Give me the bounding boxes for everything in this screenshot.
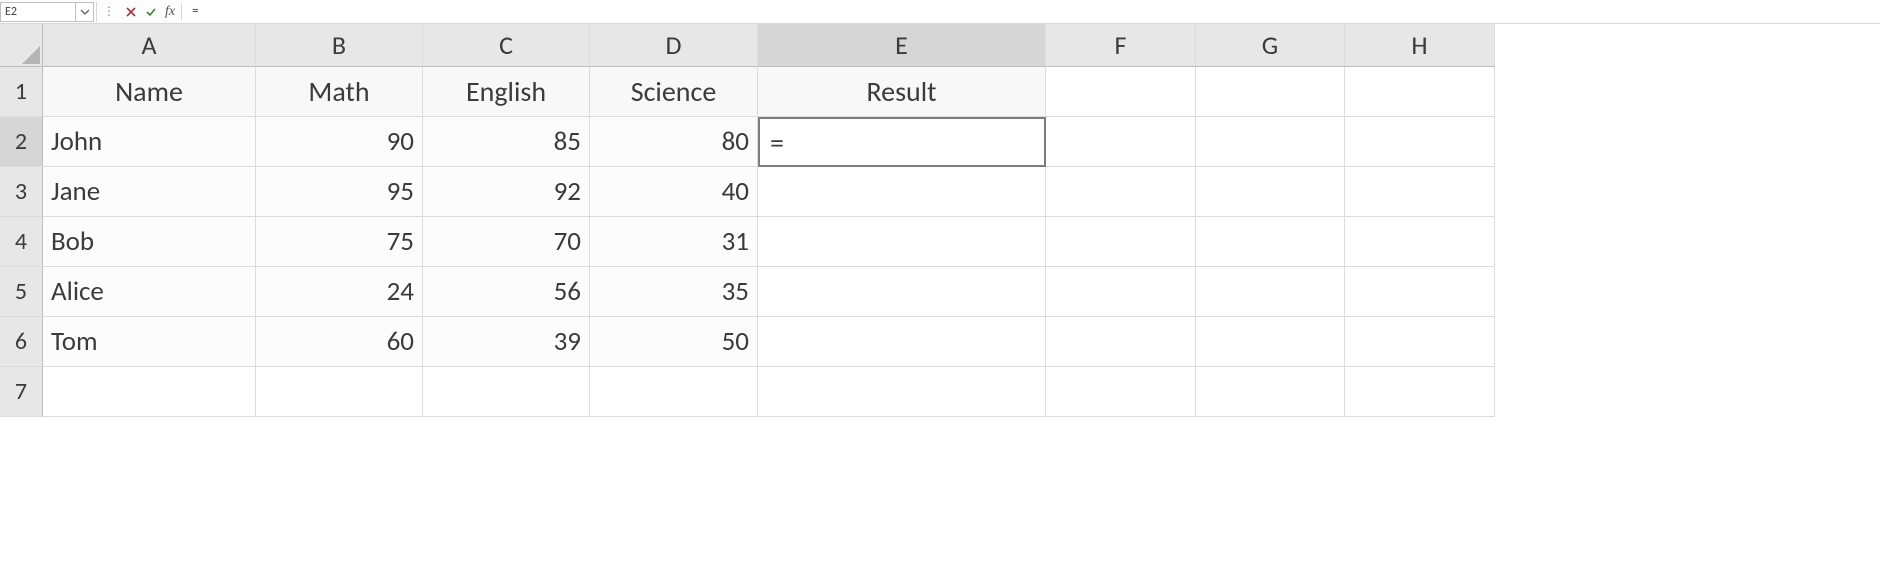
- name-box-wrap: [0, 2, 97, 22]
- cell-F5[interactable]: [1046, 267, 1196, 317]
- cell-A5[interactable]: Alice: [43, 267, 256, 317]
- cell-B1[interactable]: Math: [256, 67, 423, 117]
- formula-bar-separator: ⋮: [97, 4, 121, 19]
- col-header-F[interactable]: F: [1046, 24, 1196, 67]
- spreadsheet-grid[interactable]: A B C D E F G H 1 Name Math English Scie…: [0, 24, 1880, 417]
- row-header-5[interactable]: 5: [0, 267, 43, 317]
- cell-H6[interactable]: [1345, 317, 1495, 367]
- cell-G3[interactable]: [1196, 167, 1345, 217]
- cell-C7[interactable]: [423, 367, 590, 417]
- cell-D2[interactable]: 80: [590, 117, 758, 167]
- cell-E2[interactable]: [758, 117, 1046, 167]
- col-header-C[interactable]: C: [423, 24, 590, 67]
- cell-F7[interactable]: [1046, 367, 1196, 417]
- cell-B6[interactable]: 60: [256, 317, 423, 367]
- col-header-E[interactable]: E: [758, 24, 1046, 67]
- cell-C4[interactable]: 70: [423, 217, 590, 267]
- cell-G5[interactable]: [1196, 267, 1345, 317]
- cell-B2[interactable]: 90: [256, 117, 423, 167]
- row-header-3[interactable]: 3: [0, 167, 43, 217]
- cell-F6[interactable]: [1046, 317, 1196, 367]
- x-icon: [125, 6, 137, 18]
- col-header-A[interactable]: A: [43, 24, 256, 67]
- col-header-H[interactable]: H: [1345, 24, 1495, 67]
- select-all-corner[interactable]: [0, 24, 43, 67]
- cell-F1[interactable]: [1046, 67, 1196, 117]
- cell-H1[interactable]: [1345, 67, 1495, 117]
- name-box-dropdown[interactable]: [76, 2, 94, 22]
- row-header-4[interactable]: 4: [0, 217, 43, 267]
- cell-E4[interactable]: [758, 217, 1046, 267]
- cell-G1[interactable]: [1196, 67, 1345, 117]
- cell-B7[interactable]: [256, 367, 423, 417]
- cell-B5[interactable]: 24: [256, 267, 423, 317]
- cell-C5[interactable]: 56: [423, 267, 590, 317]
- cell-H7[interactable]: [1345, 367, 1495, 417]
- enter-button[interactable]: [141, 2, 161, 22]
- cell-A2[interactable]: John: [43, 117, 256, 167]
- row-header-6[interactable]: 6: [0, 317, 43, 367]
- cell-C6[interactable]: 39: [423, 317, 590, 367]
- check-icon: [145, 6, 157, 18]
- cell-G4[interactable]: [1196, 217, 1345, 267]
- cell-A4[interactable]: Bob: [43, 217, 256, 267]
- chevron-down-icon: [80, 8, 90, 16]
- cell-D5[interactable]: 35: [590, 267, 758, 317]
- cell-A3[interactable]: Jane: [43, 167, 256, 217]
- row-header-2[interactable]: 2: [0, 117, 43, 167]
- cell-E3[interactable]: [758, 167, 1046, 217]
- cell-D1[interactable]: Science: [590, 67, 758, 117]
- cell-D4[interactable]: 31: [590, 217, 758, 267]
- cell-H2[interactable]: [1345, 117, 1495, 167]
- cell-H3[interactable]: [1345, 167, 1495, 217]
- col-header-B[interactable]: B: [256, 24, 423, 67]
- cell-F2[interactable]: [1046, 117, 1196, 167]
- fx-label[interactable]: fx: [161, 4, 182, 20]
- formula-input[interactable]: [182, 0, 1880, 23]
- cell-C1[interactable]: English: [423, 67, 590, 117]
- cancel-button[interactable]: [121, 2, 141, 22]
- cell-C2[interactable]: 85: [423, 117, 590, 167]
- cell-E1[interactable]: Result: [758, 67, 1046, 117]
- cell-A1[interactable]: Name: [43, 67, 256, 117]
- cell-editor[interactable]: [768, 119, 1036, 165]
- cell-D3[interactable]: 40: [590, 167, 758, 217]
- cell-D6[interactable]: 50: [590, 317, 758, 367]
- cell-A7[interactable]: [43, 367, 256, 417]
- cell-H4[interactable]: [1345, 217, 1495, 267]
- cell-H5[interactable]: [1345, 267, 1495, 317]
- col-header-D[interactable]: D: [590, 24, 758, 67]
- formula-bar: ⋮ fx: [0, 0, 1880, 24]
- cell-E6[interactable]: [758, 317, 1046, 367]
- cell-D7[interactable]: [590, 367, 758, 417]
- cell-F3[interactable]: [1046, 167, 1196, 217]
- cell-E5[interactable]: [758, 267, 1046, 317]
- cell-B4[interactable]: 75: [256, 217, 423, 267]
- cell-B3[interactable]: 95: [256, 167, 423, 217]
- row-header-1[interactable]: 1: [0, 67, 43, 117]
- cell-F4[interactable]: [1046, 217, 1196, 267]
- cell-E7[interactable]: [758, 367, 1046, 417]
- cell-A6[interactable]: Tom: [43, 317, 256, 367]
- row-header-7[interactable]: 7: [0, 367, 43, 417]
- cell-C3[interactable]: 92: [423, 167, 590, 217]
- cell-G6[interactable]: [1196, 317, 1345, 367]
- cell-G7[interactable]: [1196, 367, 1345, 417]
- name-box[interactable]: [0, 2, 76, 22]
- col-header-G[interactable]: G: [1196, 24, 1345, 67]
- cell-G2[interactable]: [1196, 117, 1345, 167]
